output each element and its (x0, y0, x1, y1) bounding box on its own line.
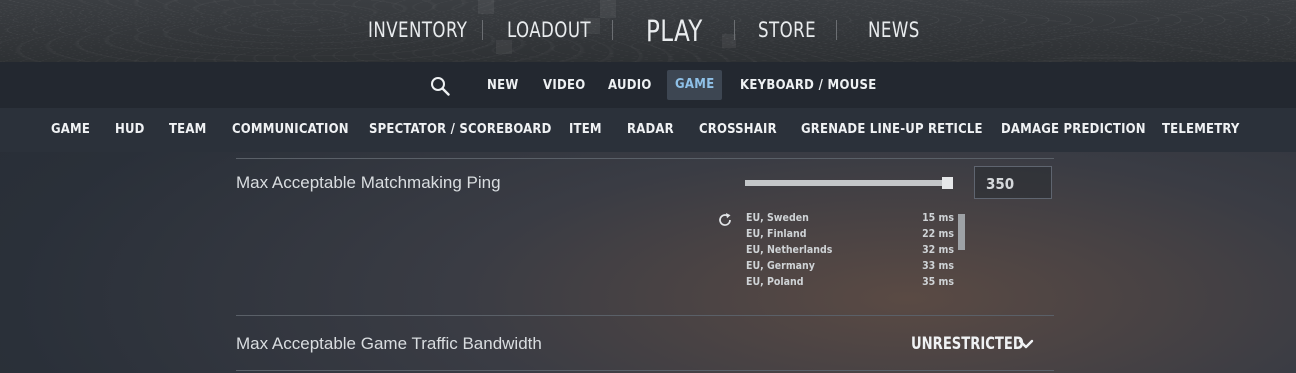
settings-tabs: NEW VIDEO AUDIO GAME KEYBOARD / MOUSE (0, 62, 1296, 108)
server-ping: 32 ms (922, 244, 954, 256)
category-crosshair[interactable]: CROSSHAIR (699, 122, 777, 137)
category-item[interactable]: ITEM (569, 122, 602, 137)
server-ping: 33 ms (922, 260, 954, 272)
category-hud[interactable]: HUD (115, 122, 145, 137)
server-ping: 35 ms (922, 276, 954, 288)
ping-slider[interactable] (745, 177, 953, 189)
server-row: EU, Germany 33 ms (746, 260, 956, 276)
nav-inventory[interactable]: INVENTORY (368, 18, 467, 42)
ping-slider-fill (745, 180, 953, 186)
tab-keyboard-mouse[interactable]: KEYBOARD / MOUSE (740, 78, 877, 93)
server-list-scrollbar[interactable] (958, 214, 965, 250)
ping-slider-handle[interactable] (942, 177, 953, 189)
category-game[interactable]: GAME (51, 122, 90, 137)
server-row: EU, Poland 35 ms (746, 276, 956, 292)
tab-game[interactable]: GAME (667, 70, 723, 100)
server-row: EU, Netherlands 32 ms (746, 244, 956, 260)
ping-value: 350 (986, 175, 1015, 193)
nav-divider (612, 20, 613, 40)
nav-divider (836, 20, 837, 40)
row-divider (236, 158, 1054, 159)
server-ping-list: EU, Sweden 15 ms EU, Finland 22 ms EU, N… (746, 212, 956, 292)
row-divider (236, 370, 1054, 371)
bandwidth-dropdown[interactable]: UNRESTRICTED (911, 334, 1024, 354)
category-damage-prediction[interactable]: DAMAGE PREDICTION (1001, 122, 1146, 137)
ping-value-input[interactable]: 350 (974, 166, 1052, 199)
nav-play[interactable]: PLAY (646, 14, 703, 48)
server-row: EU, Sweden 15 ms (746, 212, 956, 228)
server-name: EU, Finland (746, 228, 807, 240)
bandwidth-setting-label: Max Acceptable Game Traffic Bandwidth (236, 334, 542, 353)
nav-divider (734, 20, 735, 40)
game-category-nav: GAME HUD TEAM COMMUNICATION SPECTATOR / … (0, 108, 1296, 152)
category-communication[interactable]: COMMUNICATION (232, 122, 349, 137)
server-row: EU, Finland 22 ms (746, 228, 956, 244)
main-nav: INVENTORY LOADOUT PLAY STORE NEWS (0, 0, 1296, 62)
server-name: EU, Sweden (746, 212, 809, 224)
category-spectator-scoreboard[interactable]: SPECTATOR / SCOREBOARD (369, 122, 552, 137)
tab-video[interactable]: VIDEO (543, 78, 586, 93)
server-ping: 22 ms (922, 228, 954, 240)
server-name: EU, Germany (746, 260, 815, 272)
nav-loadout[interactable]: LOADOUT (507, 18, 591, 42)
tab-audio[interactable]: AUDIO (608, 78, 652, 93)
nav-divider (482, 20, 483, 40)
category-grenade-reticle[interactable]: GRENADE LINE-UP RETICLE (801, 122, 983, 137)
nav-news[interactable]: NEWS (868, 18, 920, 42)
chevron-down-icon[interactable] (1017, 337, 1035, 351)
category-radar[interactable]: RADAR (627, 122, 674, 137)
server-ping: 15 ms (922, 212, 954, 224)
search-icon[interactable] (430, 76, 450, 96)
row-divider (236, 315, 1054, 316)
ping-setting-label: Max Acceptable Matchmaking Ping (236, 173, 501, 192)
category-team[interactable]: TEAM (169, 122, 206, 137)
server-name: EU, Poland (746, 276, 804, 288)
category-telemetry[interactable]: TELEMETRY (1162, 122, 1240, 137)
server-name: EU, Netherlands (746, 244, 833, 256)
nav-store[interactable]: STORE (758, 18, 816, 42)
tab-new[interactable]: NEW (487, 78, 519, 93)
refresh-icon[interactable] (717, 212, 733, 228)
